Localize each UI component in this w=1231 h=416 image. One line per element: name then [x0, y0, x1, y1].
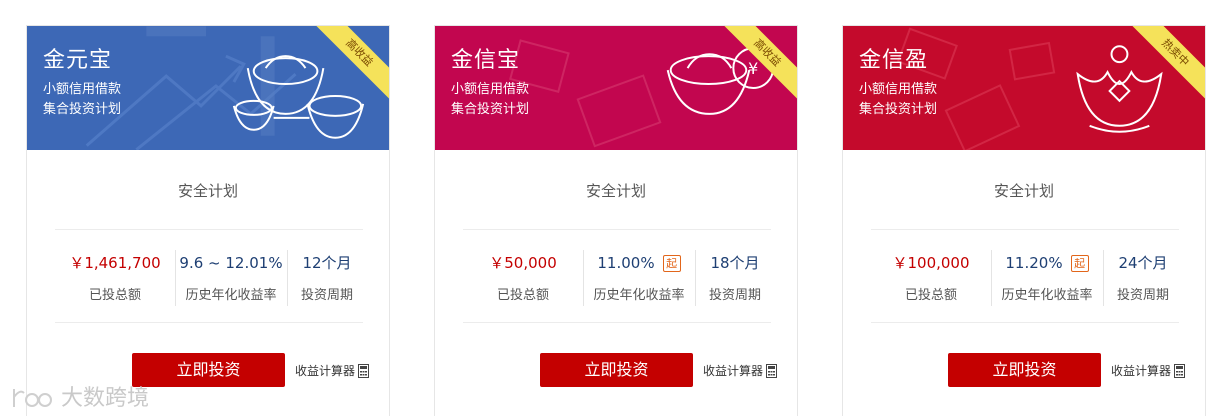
ribbon-tag: 高收益	[309, 26, 389, 106]
divider	[871, 229, 1179, 230]
amount-label: 已投总额	[904, 288, 957, 303]
product-card-jinxinying[interactable]: 金信盈 小额信用借款 集合投资计划 热卖中 安全计划 ￥100,000 已投总额…	[842, 25, 1206, 416]
invest-now-button[interactable]: 立即投资	[948, 353, 1101, 387]
rate-start-badge: 起	[662, 255, 681, 272]
product-card-jinyuanbao[interactable]: 金元宝 小额信用借款 集合投资计划 高收益 安全计划 ￥1,461,700 已投…	[26, 25, 390, 416]
rate-label: 历史年化收益率	[593, 288, 685, 303]
stat-amount: ￥100,000 已投总额	[871, 252, 991, 303]
plan-title: 安全计划	[585, 182, 646, 200]
calculator-icon	[1174, 364, 1186, 378]
amount-value: ￥50,000	[489, 254, 557, 272]
yield-calculator-label: 收益计算器	[703, 364, 764, 378]
stat-period: 12个月 投资周期	[287, 252, 367, 303]
invest-now-button[interactable]: 立即投资	[132, 353, 285, 387]
period-value: 18个月	[710, 254, 760, 272]
card-banner: 金信盈 小额信用借款 集合投资计划 热卖中	[843, 26, 1205, 150]
rate-label: 历史年化收益率	[185, 288, 277, 303]
stat-period: 24个月 投资周期	[1103, 252, 1183, 303]
divider	[55, 229, 363, 230]
rate-label: 历史年化收益率	[1001, 288, 1093, 303]
period-label: 投资周期	[708, 288, 761, 303]
divider	[463, 322, 771, 323]
rate-value-row: 11.00% 起	[583, 252, 695, 274]
stat-rate: 11.00% 起 历史年化收益率	[583, 252, 695, 303]
product-card-jinxinbao[interactable]: 金信宝 小额信用借款 集合投资计划 ¥ 高收益 安全计划 ￥50,000 已投总…	[434, 25, 798, 416]
ribbon-tag: 高收益	[717, 26, 797, 106]
stat-rate: 9.6 ~ 12.01% 历史年化收益率	[175, 252, 287, 303]
amount-label: 已投总额	[496, 288, 549, 303]
rate-value: 9.6 ~ 12.01%	[179, 254, 283, 272]
ribbon-tag: 热卖中	[1125, 26, 1205, 106]
amount-value: ￥1,461,700	[69, 254, 161, 272]
yield-calculator-label: 收益计算器	[1111, 364, 1172, 378]
stat-period: 18个月 投资周期	[695, 252, 775, 303]
invest-now-button[interactable]: 立即投资	[540, 353, 693, 387]
plan-title: 安全计划	[177, 182, 238, 200]
rate-value-row: 11.20% 起	[991, 252, 1103, 274]
period-label: 投资周期	[300, 288, 353, 303]
rate-value: 11.20%	[1005, 254, 1063, 272]
plan-title: 安全计划	[993, 182, 1054, 200]
calculator-icon	[766, 364, 778, 378]
yield-calculator-link[interactable]: 收益计算器	[703, 362, 778, 379]
amount-label: 已投总额	[88, 288, 141, 303]
divider	[463, 229, 771, 230]
period-value: 12个月	[302, 254, 352, 272]
watermark-logo-icon	[13, 389, 52, 407]
stat-amount: ￥50,000 已投总额	[463, 252, 583, 303]
watermark: 大数跨境	[8, 380, 150, 411]
stat-amount: ￥1,461,700 已投总额	[55, 252, 175, 303]
stat-rate: 11.20% 起 历史年化收益率	[991, 252, 1103, 303]
divider	[55, 322, 363, 323]
card-banner: 金信宝 小额信用借款 集合投资计划 ¥ 高收益	[435, 26, 797, 150]
watermark-text: 大数跨境	[61, 386, 150, 411]
rate-value: 11.00%	[597, 254, 655, 272]
amount-value: ￥100,000	[892, 254, 970, 272]
calculator-icon	[358, 364, 370, 378]
ribbon-label: 热卖中	[1125, 26, 1205, 104]
period-label: 投资周期	[1116, 288, 1169, 303]
rate-start-badge: 起	[1070, 255, 1089, 272]
yield-calculator-label: 收益计算器	[295, 364, 356, 378]
yield-calculator-link[interactable]: 收益计算器	[295, 362, 370, 379]
ribbon-label: 高收益	[309, 26, 389, 104]
yield-calculator-link[interactable]: 收益计算器	[1111, 362, 1186, 379]
divider	[871, 322, 1179, 323]
card-banner: 金元宝 小额信用借款 集合投资计划 高收益	[27, 26, 389, 150]
ribbon-label: 高收益	[717, 26, 797, 104]
period-value: 24个月	[1118, 254, 1168, 272]
